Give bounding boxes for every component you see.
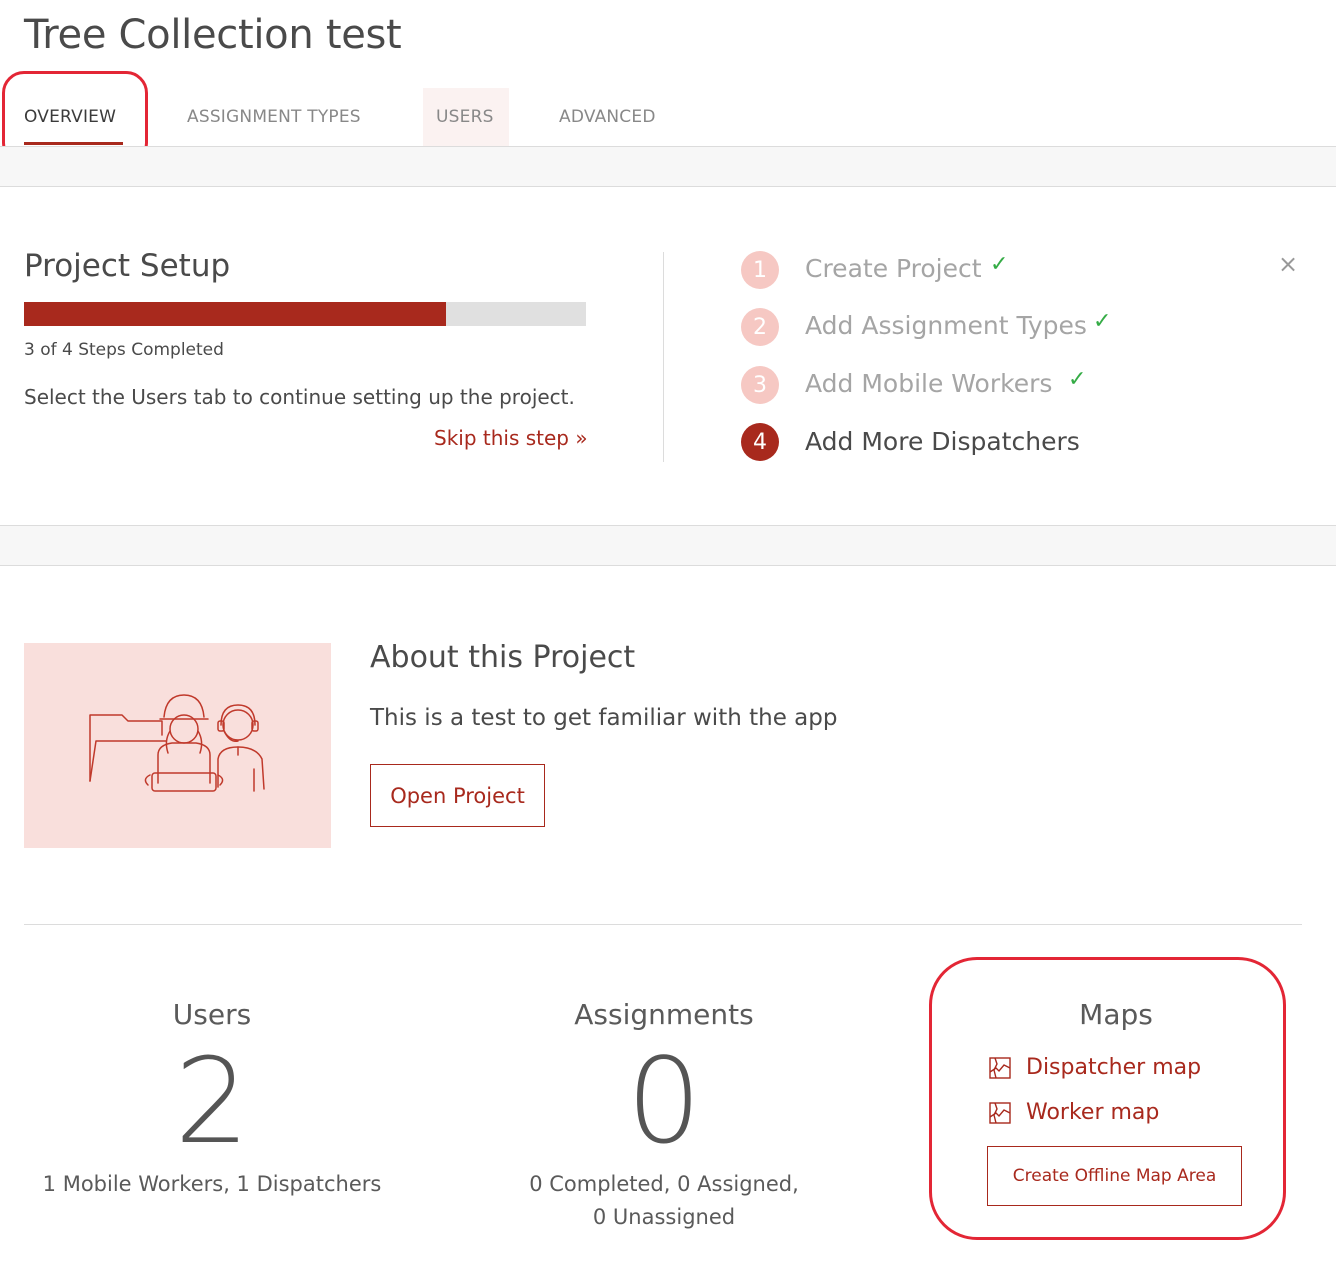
tab-advanced[interactable]: ADVANCED	[559, 107, 656, 127]
step-4-label: Add More Dispatchers	[805, 427, 1080, 456]
step-4-number: 4	[741, 423, 779, 461]
assignments-breakdown-line1: 0 Completed, 0 Assigned,	[529, 1172, 799, 1196]
open-project-button[interactable]: Open Project	[370, 764, 545, 827]
assignments-stat-label: Assignments	[574, 998, 754, 1031]
maps-highlight-ring	[929, 957, 1286, 1240]
step-1-label: Create Project	[805, 254, 982, 283]
about-top-divider	[0, 565, 1336, 566]
tab-users[interactable]: USERS	[436, 107, 494, 127]
gray-band-top	[0, 147, 1336, 186]
close-setup-icon[interactable]: ×	[1278, 250, 1298, 278]
setup-instruction: Select the Users tab to continue setting…	[24, 385, 575, 409]
about-title: About this Project	[370, 640, 636, 675]
tab-assignment-types[interactable]: ASSIGNMENT TYPES	[187, 107, 361, 127]
setup-vertical-divider	[663, 252, 664, 462]
step-3-label: Add Mobile Workers	[805, 369, 1053, 398]
setup-progress-fill	[24, 302, 446, 326]
about-description: This is a test to get familiar with the …	[370, 705, 838, 731]
section-divider	[0, 186, 1336, 187]
setup-progress-bar	[24, 302, 586, 326]
skip-step-link[interactable]: Skip this step »	[434, 426, 588, 450]
gray-band-middle	[0, 526, 1336, 565]
project-illustration	[24, 643, 331, 848]
step-3-check-icon: ✓	[1068, 367, 1087, 392]
users-breakdown: 1 Mobile Workers, 1 Dispatchers	[42, 1172, 382, 1196]
page-title: Tree Collection test	[24, 12, 402, 58]
assignments-count: 0	[626, 1032, 702, 1170]
workers-illustration-icon	[89, 694, 265, 792]
step-3-number: 3	[741, 366, 779, 404]
step-2-label: Add Assignment Types	[805, 311, 1087, 340]
users-count: 2	[174, 1032, 250, 1170]
step-1-number: 1	[741, 251, 779, 289]
step-2-check-icon: ✓	[1093, 309, 1112, 334]
assignments-breakdown-line2: 0 Unassigned	[592, 1205, 736, 1229]
stats-top-divider	[24, 924, 1302, 925]
setup-progress-text: 3 of 4 Steps Completed	[24, 340, 224, 360]
setup-title: Project Setup	[24, 248, 231, 284]
users-stat-label: Users	[172, 998, 252, 1031]
step-2-number: 2	[741, 308, 779, 346]
step-1-check-icon: ✓	[990, 252, 1009, 277]
